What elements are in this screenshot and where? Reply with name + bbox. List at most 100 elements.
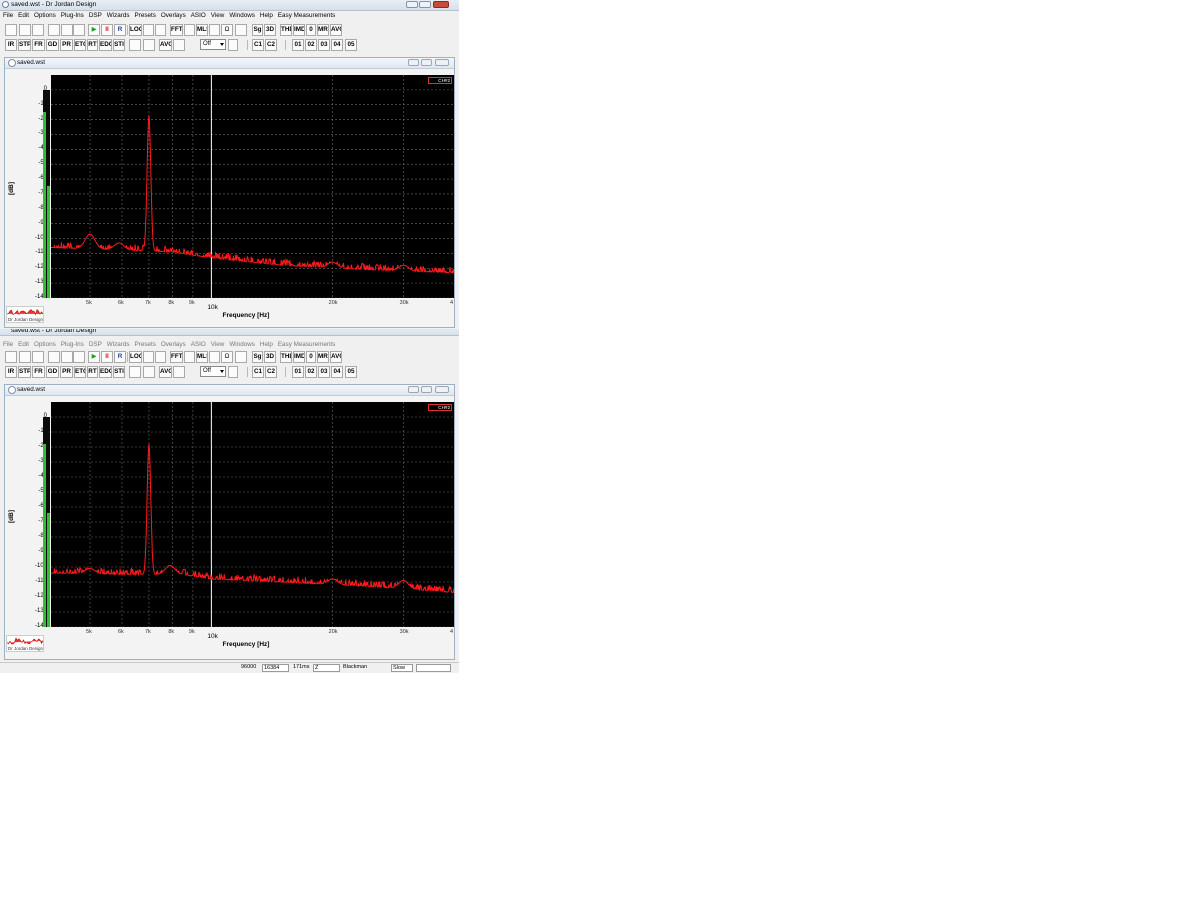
fft-button[interactable]: FFT <box>170 24 183 36</box>
clone-icon[interactable] <box>143 366 155 378</box>
child-minimize-button[interactable] <box>408 386 419 393</box>
wave-icon[interactable] <box>209 351 220 363</box>
menu-overlays[interactable]: Overlays <box>161 340 186 350</box>
thd-button[interactable]: THD <box>280 351 292 363</box>
menu-options[interactable]: Options <box>34 11 56 21</box>
overlay-1-button[interactable]: 01 <box>292 39 304 51</box>
spectrum-icon[interactable] <box>184 24 195 36</box>
menu-presets[interactable]: Presets <box>135 340 156 350</box>
spectrum-plot[interactable]: CH#2 <box>51 402 455 628</box>
fft-button[interactable]: FFT <box>170 351 183 363</box>
record-button[interactable]: R <box>114 24 126 36</box>
extra-select[interactable] <box>416 664 451 672</box>
menu-dsp[interactable]: DSP <box>89 11 102 21</box>
channel-2-button[interactable]: C2 <box>265 366 277 378</box>
menu-windows[interactable]: Windows <box>229 340 255 350</box>
ir-button[interactable]: IR <box>5 39 17 51</box>
child-close-button[interactable] <box>435 386 449 393</box>
copy-icon[interactable] <box>48 351 60 363</box>
marker-button[interactable]: MRK <box>317 24 329 36</box>
record-button[interactable]: R <box>114 351 126 363</box>
mode-dropdown[interactable]: Off <box>200 39 226 50</box>
pr-button[interactable]: PR <box>60 39 73 51</box>
channel-1-button[interactable]: C1 <box>252 366 264 378</box>
spectrum-plot[interactable]: CH#2 <box>51 75 455 299</box>
scope-icon[interactable] <box>235 351 247 363</box>
wizard-icon[interactable] <box>129 39 141 51</box>
print-icon[interactable] <box>61 24 73 36</box>
thd-button[interactable]: THD <box>280 24 292 36</box>
maximize-button[interactable] <box>419 1 431 8</box>
ohm-button[interactable]: Ω <box>221 24 233 36</box>
open-folder-icon[interactable] <box>19 24 31 36</box>
mls-button[interactable]: MLS <box>196 24 208 36</box>
imd-button[interactable]: IMD <box>293 24 305 36</box>
average-button[interactable]: AVG <box>330 24 342 36</box>
step-button[interactable]: STP <box>18 39 31 51</box>
play-button[interactable]: ▶ <box>88 351 100 363</box>
zero-button[interactable]: 0 <box>306 24 316 36</box>
gd-button[interactable]: GD <box>46 366 59 378</box>
mode-dropdown[interactable]: Off <box>200 366 226 377</box>
z-select[interactable]: Z <box>313 664 340 672</box>
child-close-button[interactable] <box>435 59 449 66</box>
ohm-button[interactable]: Ω <box>221 351 233 363</box>
menu-plugins[interactable]: Plug-Ins <box>61 340 84 350</box>
overlay-4-button[interactable]: 04 <box>331 39 343 51</box>
menu-help[interactable]: Help <box>260 340 273 350</box>
gd-button[interactable]: GD <box>46 39 59 51</box>
mls-button[interactable]: MLS <box>196 351 208 363</box>
save-icon[interactable] <box>32 351 44 363</box>
etc-button[interactable]: ETC <box>74 366 86 378</box>
menu-easy-measurements[interactable]: Easy Measurements <box>278 340 335 350</box>
menu-view[interactable]: View <box>211 11 225 21</box>
copy-icon[interactable] <box>48 24 60 36</box>
open-folder-icon[interactable] <box>19 351 31 363</box>
edc-button[interactable]: EDC <box>99 39 112 51</box>
crosshair-icon[interactable] <box>155 24 166 36</box>
new-file-icon[interactable] <box>5 24 17 36</box>
menu-wizards[interactable]: Wizards <box>107 340 130 350</box>
marker-button[interactable]: MRK <box>317 351 329 363</box>
empty-button[interactable] <box>228 366 238 378</box>
overlay-5-button[interactable]: 05 <box>345 39 357 51</box>
etc-button[interactable]: ETC <box>74 39 86 51</box>
clone-icon[interactable] <box>143 39 155 51</box>
overlay-5-button[interactable]: 05 <box>345 366 357 378</box>
menu-presets[interactable]: Presets <box>135 11 156 21</box>
average-button[interactable]: AVG <box>330 351 342 363</box>
menu-wizards[interactable]: Wizards <box>107 11 130 21</box>
menu-edit[interactable]: Edit <box>18 340 29 350</box>
spectrum-icon[interactable] <box>184 351 195 363</box>
menu-file[interactable]: File <box>3 340 13 350</box>
menu-asio[interactable]: ASIO <box>191 11 206 21</box>
menu-help[interactable]: Help <box>260 11 273 21</box>
menu-edit[interactable]: Edit <box>18 11 29 21</box>
pulse-icon[interactable] <box>173 366 185 378</box>
channel-2-button[interactable]: C2 <box>265 39 277 51</box>
menu-dsp[interactable]: DSP <box>89 340 102 350</box>
child-maximize-button[interactable] <box>421 386 432 393</box>
overlay-2-button[interactable]: 02 <box>305 366 317 378</box>
menu-asio[interactable]: ASIO <box>191 340 206 350</box>
sg-button[interactable]: Sg <box>252 24 263 36</box>
log-button[interactable]: LOG <box>129 351 142 363</box>
close-button[interactable] <box>433 1 449 8</box>
empty-button[interactable] <box>228 39 238 51</box>
new-file-icon[interactable] <box>5 351 17 363</box>
imd-button[interactable]: IMD <box>293 351 305 363</box>
crosshair-icon[interactable] <box>155 351 166 363</box>
3d-button[interactable]: 3D <box>264 351 276 363</box>
avg-button[interactable]: AVG <box>159 39 172 51</box>
log-button[interactable]: LOG <box>129 24 142 36</box>
menu-file[interactable]: File <box>3 11 13 21</box>
scope-icon[interactable] <box>235 24 247 36</box>
sg-button[interactable]: Sg <box>252 351 263 363</box>
print-icon[interactable] <box>61 351 73 363</box>
probe-icon[interactable] <box>73 351 85 363</box>
cursor-vertical-icon[interactable] <box>143 351 154 363</box>
pr-button[interactable]: PR <box>60 366 73 378</box>
zero-button[interactable]: 0 <box>306 351 316 363</box>
wave-icon[interactable] <box>209 24 220 36</box>
ir-button[interactable]: IR <box>5 366 17 378</box>
